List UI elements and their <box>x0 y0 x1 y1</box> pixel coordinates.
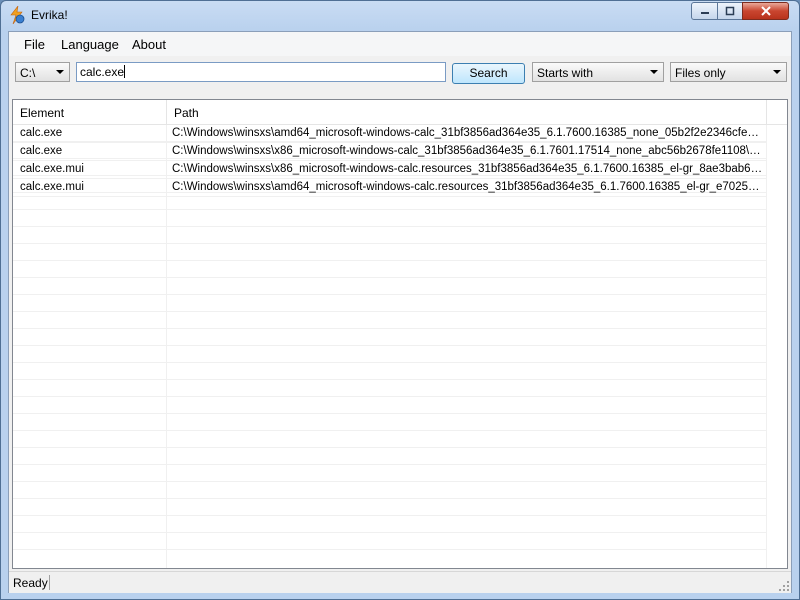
chevron-down-icon <box>56 70 64 74</box>
row-element: calc.exe.mui <box>20 163 84 175</box>
match-mode-select[interactable]: Starts with <box>532 62 664 82</box>
close-button[interactable] <box>742 2 789 20</box>
row-element: calc.exe <box>20 145 63 157</box>
minimize-icon <box>700 12 709 14</box>
text-caret <box>124 65 126 78</box>
list-item[interactable]: calc.exe C:\Windows\winsxs\x86_microsoft… <box>13 143 767 161</box>
list-item[interactable]: calc.exe.mui C:\Windows\winsxs\x86_micro… <box>13 161 767 179</box>
window-title: Evrika! <box>31 8 68 22</box>
results-list[interactable]: Element Path calc.exe C:\Windows\winsxs\… <box>12 99 788 569</box>
search-button[interactable]: Search <box>452 63 525 84</box>
chevron-down-icon <box>650 70 658 74</box>
resize-grip-icon[interactable] <box>779 581 789 591</box>
filter-value: Files only <box>675 66 726 80</box>
close-icon <box>760 6 771 16</box>
column-header-filler <box>767 100 787 124</box>
row-element: calc.exe.mui <box>20 181 84 193</box>
list-item[interactable]: calc.exe.mui C:\Windows\winsxs\amd64_mic… <box>13 179 767 197</box>
minimize-button[interactable] <box>691 2 718 20</box>
list-item[interactable]: calc.exe C:\Windows\winsxs\amd64_microso… <box>13 125 767 143</box>
app-window: Evrika! File Language About C:\ calc.exe… <box>0 0 800 600</box>
column-header-path[interactable]: Path <box>167 100 767 124</box>
row-element: calc.exe <box>20 127 63 139</box>
match-mode-value: Starts with <box>537 66 594 80</box>
list-rows: calc.exe C:\Windows\winsxs\amd64_microso… <box>13 125 767 197</box>
menu-about[interactable]: About <box>132 37 166 52</box>
status-text: Ready <box>13 576 48 590</box>
filter-select[interactable]: Files only <box>670 62 787 82</box>
search-input-value: calc.exe <box>80 65 125 79</box>
status-bar: Ready <box>9 571 791 593</box>
maximize-icon <box>725 6 735 16</box>
evrika-app-icon <box>10 6 25 24</box>
menu-language[interactable]: Language <box>61 37 119 52</box>
search-toolbar: C:\ calc.exe Search Starts with Files on… <box>9 56 791 96</box>
search-input[interactable]: calc.exe <box>76 62 446 82</box>
drive-select[interactable]: C:\ <box>15 62 70 82</box>
row-path: C:\Windows\winsxs\amd64_microsoft-window… <box>172 181 764 193</box>
list-header: Element Path <box>13 100 787 125</box>
menu-file[interactable]: File <box>24 37 45 52</box>
row-path: C:\Windows\winsxs\x86_microsoft-windows-… <box>172 163 764 175</box>
row-path: C:\Windows\winsxs\amd64_microsoft-window… <box>172 127 764 139</box>
chevron-down-icon <box>773 70 781 74</box>
row-path: C:\Windows\winsxs\x86_microsoft-windows-… <box>172 145 764 157</box>
menu-bar: File Language About <box>9 32 791 56</box>
column-header-element[interactable]: Element <box>13 100 167 124</box>
status-separator <box>49 575 50 590</box>
drive-value: C:\ <box>20 66 36 80</box>
client-area: File Language About C:\ calc.exe Search … <box>8 31 792 593</box>
title-bar[interactable]: Evrika! <box>1 1 799 31</box>
maximize-button[interactable] <box>717 2 743 20</box>
